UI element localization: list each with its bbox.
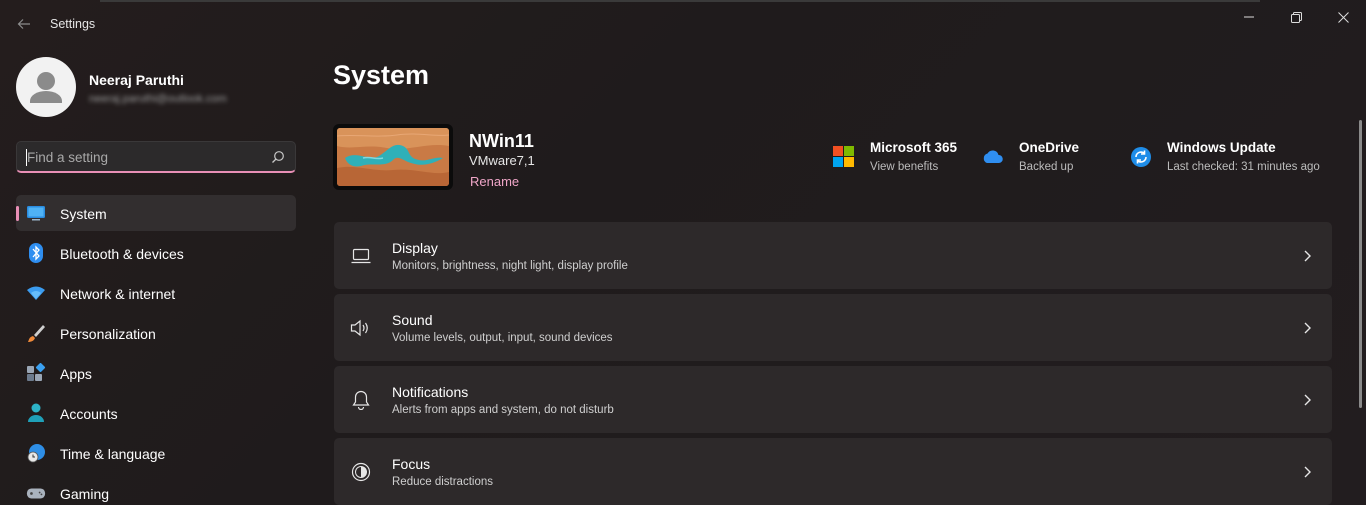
restore-button[interactable] — [1273, 6, 1319, 28]
apps-icon — [26, 363, 46, 383]
back-arrow-icon — [17, 19, 30, 29]
chevron-right-icon — [1304, 250, 1311, 262]
sidebar-item-apps[interactable]: Apps — [16, 355, 296, 391]
app-title: Settings — [50, 17, 96, 31]
device-name: NWin11 — [469, 131, 534, 151]
search-input[interactable]: Find a setting — [16, 141, 296, 173]
settings-list: Display Monitors, brightness, night ligh… — [334, 222, 1332, 505]
quick-link-title: Microsoft 365 — [870, 140, 958, 155]
onedrive-cloud-icon — [983, 150, 1003, 163]
onedrive-link[interactable]: OneDrive Backed up — [982, 138, 1112, 182]
sidebar-item-accounts[interactable]: Accounts — [16, 395, 296, 431]
user-email: neeraj.paruthi@outlook.com — [89, 93, 227, 105]
wifi-icon — [26, 283, 46, 303]
minimize-button[interactable] — [1226, 6, 1272, 28]
rename-link[interactable]: Rename — [470, 174, 519, 189]
sidebar-item-label: Apps — [60, 366, 92, 382]
card-subtitle: Reduce distractions — [392, 476, 493, 488]
notifications-setting-card[interactable]: Notifications Alerts from apps and syste… — [334, 366, 1332, 433]
sidebar-item-gaming[interactable]: Gaming — [16, 475, 296, 505]
gamepad-icon — [26, 483, 46, 503]
close-icon — [1337, 11, 1349, 23]
microsoft-logo-icon — [833, 146, 854, 167]
card-title: Notifications — [392, 384, 469, 400]
close-button[interactable] — [1320, 6, 1366, 28]
windows-update-icon — [1131, 147, 1151, 167]
quick-link-subtitle: View benefits — [870, 161, 939, 173]
card-subtitle: Volume levels, output, input, sound devi… — [392, 332, 613, 344]
sidebar-item-network[interactable]: Network & internet — [16, 275, 296, 311]
sidebar-item-label: Personalization — [60, 326, 156, 342]
chevron-right-icon — [1304, 322, 1311, 334]
search-icon[interactable] — [271, 150, 285, 164]
quick-link-title: Windows Update — [1167, 140, 1276, 155]
microsoft-365-link[interactable]: Microsoft 365 View benefits — [833, 138, 973, 182]
sound-setting-card[interactable]: Sound Volume levels, output, input, soun… — [334, 294, 1332, 361]
title-bar: Settings — [0, 0, 1366, 48]
sidebar-item-label: Network & internet — [60, 286, 176, 302]
avatar — [16, 57, 76, 117]
user-profile[interactable]: Neeraj Paruthi neeraj.paruthi@outlook.co… — [16, 57, 296, 117]
sidebar-item-time-language[interactable]: Time & language — [16, 435, 296, 471]
restore-icon — [1290, 11, 1302, 23]
system-monitor-icon — [26, 203, 46, 223]
sidebar-item-label: System — [60, 206, 107, 222]
card-subtitle: Monitors, brightness, night light, displ… — [392, 260, 628, 272]
account-icon — [26, 403, 46, 423]
paintbrush-icon — [26, 323, 46, 343]
display-setting-card[interactable]: Display Monitors, brightness, night ligh… — [334, 222, 1332, 289]
sidebar-item-system[interactable]: System — [16, 195, 296, 231]
globe-clock-icon — [26, 443, 46, 463]
windows-update-link[interactable]: Windows Update Last checked: 31 minutes … — [1130, 138, 1330, 182]
bell-icon — [350, 389, 372, 411]
quick-link-title: OneDrive — [1019, 140, 1080, 155]
sidebar-item-bluetooth[interactable]: Bluetooth & devices — [16, 235, 296, 271]
back-button[interactable] — [12, 12, 36, 36]
focus-setting-card[interactable]: Focus Reduce distractions — [334, 438, 1332, 505]
card-subtitle: Alerts from apps and system, do not dist… — [392, 404, 614, 416]
sidebar-item-label: Gaming — [60, 486, 110, 502]
sidebar-item-label: Accounts — [60, 406, 118, 422]
quick-link-subtitle: Backed up — [1019, 161, 1074, 173]
wallpaper-image — [337, 128, 449, 186]
page-title: System — [333, 60, 430, 90]
card-title: Focus — [392, 456, 431, 472]
focus-icon — [350, 461, 372, 483]
search-placeholder: Find a setting — [27, 150, 109, 165]
chevron-right-icon — [1304, 394, 1311, 406]
active-indicator — [16, 206, 19, 221]
sidebar-item-label: Bluetooth & devices — [60, 246, 184, 262]
minimize-icon — [1244, 16, 1254, 18]
speaker-icon — [350, 317, 372, 339]
sidebar-item-label: Time & language — [60, 446, 166, 462]
device-model: VMware7,1 — [469, 153, 535, 168]
device-thumbnail — [333, 124, 453, 190]
person-icon — [30, 72, 62, 103]
bluetooth-icon — [26, 243, 46, 263]
laptop-icon — [350, 245, 372, 267]
card-title: Display — [392, 240, 438, 256]
sidebar-item-personalization[interactable]: Personalization — [16, 315, 296, 351]
sidebar-nav: System Bluetooth & devices Network & int… — [16, 195, 296, 505]
chevron-right-icon — [1304, 466, 1311, 478]
card-title: Sound — [392, 312, 433, 328]
quick-link-subtitle: Last checked: 31 minutes ago — [1167, 161, 1320, 173]
scrollbar[interactable] — [1359, 120, 1362, 408]
user-name: Neeraj Paruthi — [89, 72, 184, 88]
